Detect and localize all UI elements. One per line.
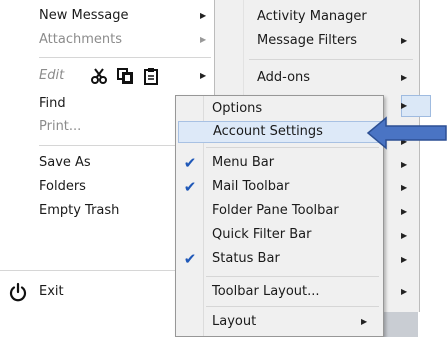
callout-arrow-icon <box>366 116 447 150</box>
submenu-arrow-icon: ▶ <box>361 317 368 326</box>
menu-item-label: Folders <box>39 179 86 194</box>
menu-separator <box>206 306 379 307</box>
menu-item-addons[interactable]: Add-ons <box>257 68 310 88</box>
submenu-arrow-icon: ▶ <box>401 287 408 296</box>
checkmark-icon: ✔ <box>183 154 197 172</box>
menu-item-quick-filter-bar[interactable]: Quick Filter Bar <box>176 224 383 246</box>
menu-item-label: Attachments <box>39 32 122 47</box>
checkmark-icon: ✔ <box>183 250 197 268</box>
menu-item-save-as[interactable]: Save As <box>39 153 91 173</box>
menu-item-menu-bar[interactable]: ✔ Menu Bar <box>176 152 383 174</box>
menu-item-label: Options <box>212 101 263 116</box>
menu-item-label: Mail Toolbar <box>212 179 290 194</box>
menu-item-edit: Edit <box>39 66 64 86</box>
menu-item-new-message[interactable]: New Message <box>39 6 128 26</box>
menu-item-label: New Message <box>39 8 129 23</box>
menu-item-label: Add-ons <box>257 70 311 85</box>
menu-item-find[interactable]: Find <box>39 94 66 114</box>
scissors-icon[interactable] <box>90 67 108 85</box>
menu-item-account-settings[interactable]: Account Settings <box>178 121 381 143</box>
checkmark-icon: ✔ <box>183 178 197 196</box>
menu-item-attachments[interactable]: Attachments <box>39 30 122 50</box>
menu-item-label: Toolbar Layout... <box>212 284 320 299</box>
menu-item-label: Status Bar <box>212 251 280 266</box>
submenu-arrow-icon: ▶ <box>401 207 408 216</box>
menu-item-empty-trash[interactable]: Empty Trash <box>39 201 119 221</box>
submenu-arrow-icon: ▶ <box>401 36 408 45</box>
menu-item-options[interactable]: Options <box>176 98 383 120</box>
toolbars-submenu: Options Account Settings ✔ Menu Bar ✔ Ma… <box>175 95 384 337</box>
menu-item-label: Print... <box>39 119 82 134</box>
menu-item-status-bar[interactable]: ✔ Status Bar <box>176 248 383 270</box>
menu-separator <box>39 57 211 58</box>
menu-item-label: Save As <box>39 155 91 170</box>
menu-separator <box>206 147 379 148</box>
menu-item-mail-toolbar[interactable]: ✔ Mail Toolbar <box>176 176 383 198</box>
menu-item-label: Quick Filter Bar <box>212 227 312 242</box>
menu-item-label: Message Filters <box>257 33 358 48</box>
menu-item-exit[interactable]: Exit <box>39 282 64 302</box>
menu-item-label: Edit <box>39 68 65 83</box>
submenu-arrow-icon: ▶ <box>200 71 207 80</box>
submenu-arrow-icon: ▶ <box>200 11 207 20</box>
menu-item-message-filters[interactable]: Message Filters <box>257 31 357 51</box>
menu-item-label: Menu Bar <box>212 155 275 170</box>
menu-separator <box>206 276 379 277</box>
submenu-arrow-icon: ▶ <box>401 183 408 192</box>
menu-item-label: Folder Pane Toolbar <box>212 203 339 218</box>
menu-separator <box>249 59 413 60</box>
submenu-arrow-icon: ▶ <box>401 101 408 110</box>
menu-item-label: Find <box>39 96 66 111</box>
submenu-arrow-icon: ▶ <box>200 35 207 44</box>
submenu-arrow-icon: ▶ <box>401 231 408 240</box>
menu-item-label: Empty Trash <box>39 203 120 218</box>
menu-item-layout[interactable]: Layout ▶ <box>176 311 383 333</box>
menu-item-folders[interactable]: Folders <box>39 177 86 197</box>
menu-item-label: Layout <box>212 314 257 329</box>
submenu-arrow-icon: ▶ <box>401 160 408 169</box>
copy-icon[interactable] <box>116 67 134 85</box>
power-icon <box>9 282 27 302</box>
menu-item-label: Account Settings <box>213 124 323 139</box>
window-background <box>384 312 418 337</box>
menu-item-label: Exit <box>39 284 64 299</box>
menu-item-activity-manager[interactable]: Activity Manager <box>257 7 367 27</box>
paste-icon[interactable] <box>142 67 160 85</box>
screenshot-stage: New Message ▶ Attachments ▶ Edit ▶ Find … <box>0 0 448 337</box>
menu-item-toolbar-layout[interactable]: Toolbar Layout... <box>176 281 383 303</box>
submenu-arrow-icon: ▶ <box>401 73 408 82</box>
submenu-arrow-icon: ▶ <box>401 255 408 264</box>
menu-item-label: Activity Manager <box>257 9 367 24</box>
menu-item-print[interactable]: Print... <box>39 117 81 137</box>
edit-toolbar <box>90 66 160 86</box>
menu-item-folder-pane-toolbar[interactable]: Folder Pane Toolbar <box>176 200 383 222</box>
